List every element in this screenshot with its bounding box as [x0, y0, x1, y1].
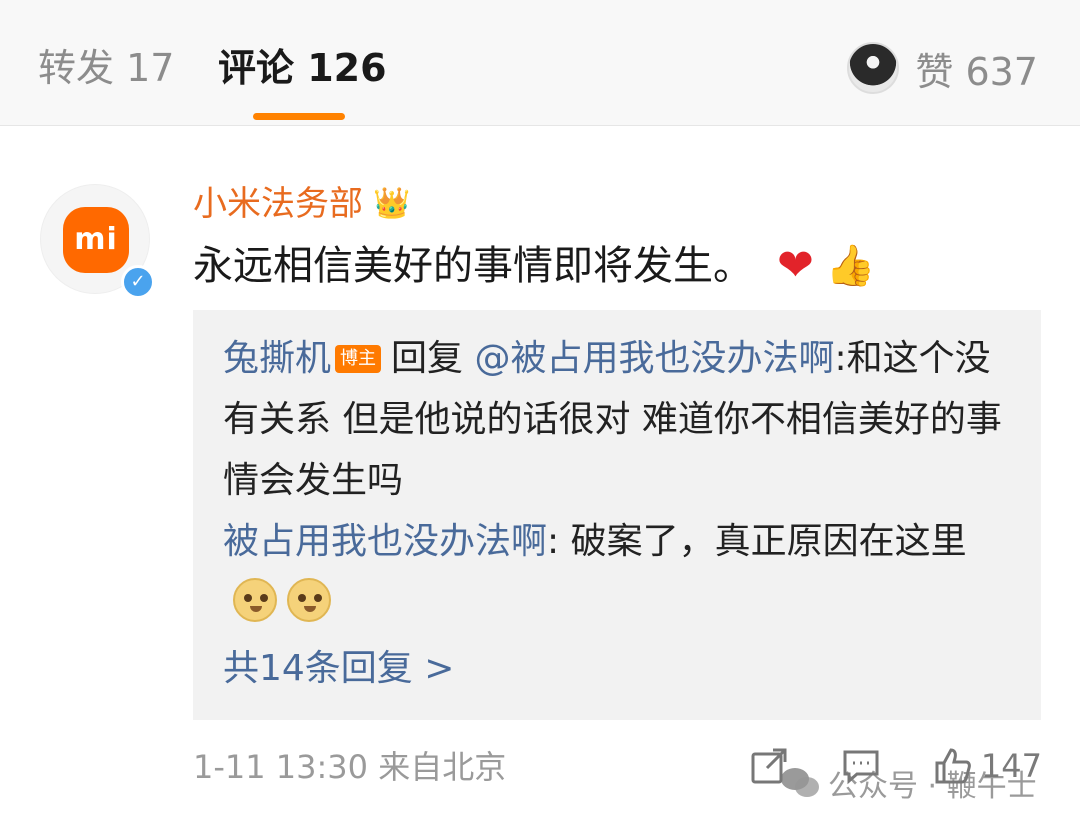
- reply-item[interactable]: 被占用我也没办法啊: 破案了，真正原因在这里: [223, 511, 1011, 633]
- active-tab-indicator: [253, 113, 345, 120]
- heart-icon: ❤: [777, 240, 814, 291]
- reply-text: : 破案了，真正原因在这里: [547, 521, 967, 562]
- reply-list[interactable]: 兔撕机 博主 回复 @被占用我也没办法啊:和这个没有关系 但是他说的话很对 难道你不…: [193, 310, 1041, 720]
- comment-text: 永远相信美好的事情即将发生。: [193, 243, 753, 289]
- tab-comments[interactable]: 评论 126: [218, 42, 387, 94]
- comment-author[interactable]: 小米法务部 👑: [193, 181, 410, 227]
- watermark-text: 公众号 · 鞭牛士: [828, 769, 1037, 804]
- tab-likes[interactable]: 赞 637: [847, 42, 1038, 94]
- crown-icon: 👑: [373, 186, 411, 221]
- tab-bar: 转发 17 评论 126 赞 637: [0, 0, 1080, 126]
- thumbs-up-icon: 👍: [825, 243, 876, 289]
- doge-icon: [233, 578, 277, 622]
- comment-meta: 1-11 13:30 来自北京: [193, 744, 506, 790]
- wechat-icon: [781, 768, 819, 797]
- reply-author[interactable]: 兔撕机: [223, 338, 331, 379]
- xiaomi-logo: mi: [63, 207, 129, 273]
- verified-badge-icon: ✓: [121, 265, 155, 299]
- reply-author[interactable]: 被占用我也没办法啊: [223, 521, 547, 562]
- comment-author-name: 小米法务部: [193, 184, 363, 224]
- watermark: 公众号 · 鞭牛士: [780, 761, 1037, 805]
- comment-body: 永远相信美好的事情即将发生。 ❤ 👍: [193, 238, 876, 294]
- timestamp: 1-11 13:30: [193, 748, 369, 786]
- location: 来自北京: [378, 748, 507, 786]
- reply-word: 回复: [391, 338, 464, 379]
- likes-count: 赞 637: [915, 49, 1038, 94]
- doge-icon: [287, 578, 331, 622]
- reply-item[interactable]: 兔撕机 博主 回复 @被占用我也没办法啊:和这个没有关系 但是他说的话很对 难道你不…: [223, 328, 1011, 511]
- reply-mention[interactable]: @被占用我也没办法啊: [474, 338, 834, 379]
- more-replies-link[interactable]: 共14条回复 >: [223, 639, 1011, 699]
- comment-card: mi ✓ 小米法务部 👑 永远相信美好的事情即将发生。 ❤ 👍 兔撕机 博主 回复 …: [0, 126, 1080, 825]
- tab-repost[interactable]: 转发 17: [38, 42, 174, 94]
- liker-avatar[interactable]: [847, 42, 900, 94]
- blogger-badge: 博主: [335, 345, 382, 373]
- avatar[interactable]: mi ✓: [40, 184, 155, 299]
